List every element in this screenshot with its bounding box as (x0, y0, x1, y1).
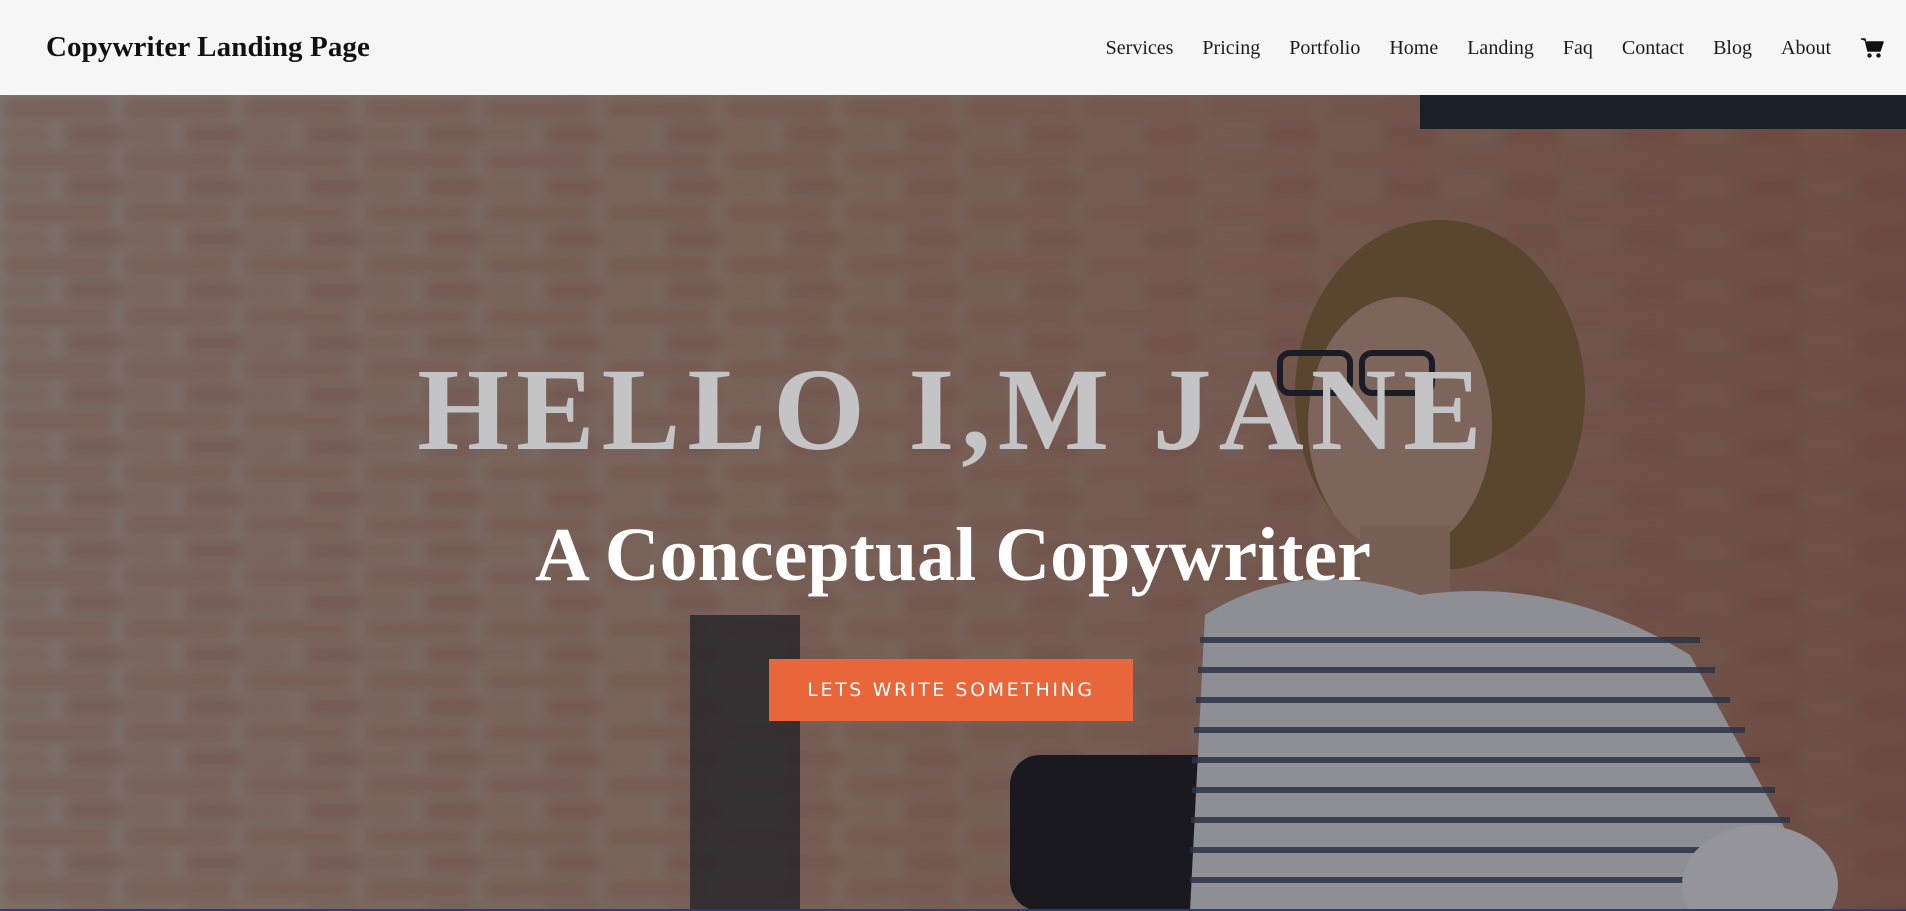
nav-link-landing[interactable]: Landing (1467, 38, 1534, 58)
shopping-cart-icon[interactable] (1860, 37, 1884, 59)
lets-write-something-button[interactable]: LETS WRITE SOMETHING (769, 659, 1133, 721)
hero-subtitle: A Conceptual Copywriter (535, 513, 1371, 597)
nav-link-faq[interactable]: Faq (1563, 38, 1593, 58)
nav-link-about[interactable]: About (1781, 38, 1831, 58)
nav-link-services[interactable]: Services (1106, 38, 1174, 58)
nav-link-pricing[interactable]: Pricing (1202, 38, 1260, 58)
main-nav: Services Pricing Portfolio Home Landing … (1106, 37, 1884, 59)
hero-section: HELLO I,M JANE A Conceptual Copywriter L… (0, 95, 1906, 911)
brand-logo-text[interactable]: Copywriter Landing Page (46, 31, 370, 64)
nav-link-home[interactable]: Home (1389, 38, 1438, 58)
scrollbar-track[interactable] (1898, 0, 1906, 95)
nav-link-blog[interactable]: Blog (1713, 38, 1752, 58)
hero-content: HELLO I,M JANE A Conceptual Copywriter L… (0, 95, 1906, 911)
hero-title: HELLO I,M JANE (417, 344, 1489, 475)
nav-link-portfolio[interactable]: Portfolio (1289, 38, 1360, 58)
site-header: Copywriter Landing Page Services Pricing… (0, 0, 1906, 95)
nav-link-contact[interactable]: Contact (1622, 38, 1684, 58)
